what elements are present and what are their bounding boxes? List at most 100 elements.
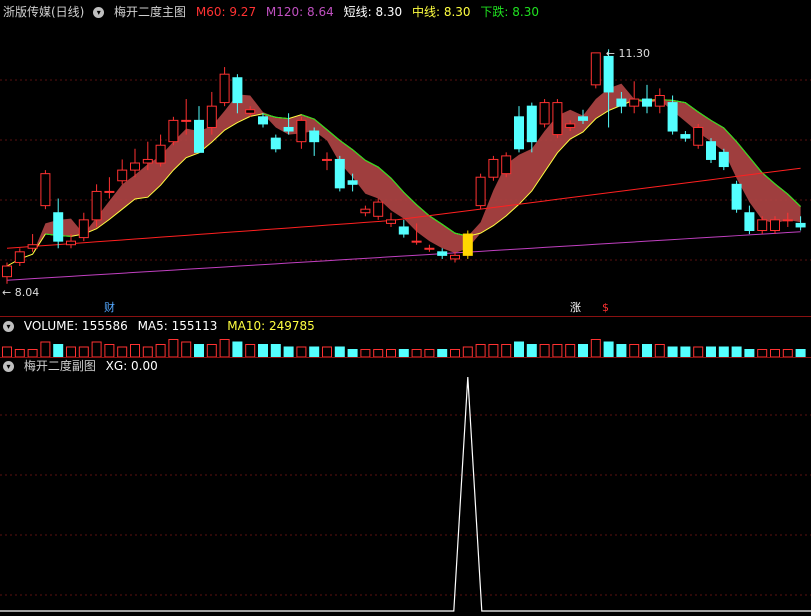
- candle-body: [565, 123, 576, 128]
- volume-bar: [258, 344, 268, 357]
- volume-bar: [309, 346, 320, 357]
- candle-body: [450, 254, 460, 260]
- candle-body: [667, 102, 678, 132]
- xg-signal-chart[interactable]: [0, 375, 811, 616]
- indicator-toggle-icon[interactable]: ▾: [93, 7, 105, 18]
- volume-bar: [2, 346, 12, 357]
- volume-bar: [757, 349, 768, 357]
- candle-body: [130, 162, 140, 171]
- volume-bar: [462, 346, 473, 357]
- volume-bar: [53, 344, 64, 357]
- candle-body: [539, 102, 550, 125]
- candle-body: [501, 155, 512, 175]
- candle-body: [386, 219, 396, 224]
- candle-body: [475, 176, 486, 207]
- candle-body: [27, 244, 38, 249]
- candle-body: [629, 98, 640, 107]
- low-price-label: ← 8.04: [2, 286, 39, 299]
- volume-bar: [142, 346, 153, 357]
- candle-body: [757, 219, 768, 231]
- candle-body: [552, 102, 563, 136]
- candle-body: [706, 141, 716, 160]
- event-marker-zhang: 涨: [570, 301, 581, 314]
- candle-body: [283, 126, 294, 132]
- volume-toggle-icon[interactable]: ▾: [3, 321, 14, 332]
- candle-body: [334, 158, 345, 189]
- volume-bar: [334, 346, 345, 357]
- volume-bar: [117, 346, 128, 357]
- volume-bar: [424, 349, 435, 357]
- candlestick-chart[interactable]: ← 11.30 ← 8.04 财 涨 $: [0, 20, 811, 316]
- volume-bar: [782, 349, 793, 357]
- candle-body: [693, 126, 704, 146]
- volume-bar: [539, 344, 550, 357]
- volume-bar: [501, 344, 512, 357]
- candle-body: [245, 109, 256, 114]
- volume-bar: [104, 344, 115, 357]
- candle-body: [462, 233, 473, 256]
- volume-bar: [552, 344, 563, 357]
- volume-bar: [514, 341, 524, 357]
- volume-bar: [206, 344, 217, 357]
- volume-bar: [744, 349, 755, 357]
- candle-body: [219, 73, 230, 104]
- candle-body: [78, 219, 89, 239]
- candle-body: [744, 212, 755, 232]
- volume-bar: [731, 346, 742, 357]
- volume-bar: [629, 344, 640, 357]
- volume-bar: [526, 344, 537, 357]
- volume-bar: [155, 344, 166, 357]
- down-readout: 下跌: 8.30: [480, 5, 539, 19]
- candle-body: [642, 98, 652, 107]
- candle-body: [53, 212, 64, 242]
- candle-body: [782, 219, 793, 222]
- candle-body: [142, 158, 153, 164]
- volume-title: VOLUME: 155586: [23, 319, 128, 333]
- volume-bar: [706, 346, 716, 357]
- candle-body: [654, 95, 665, 107]
- volume-bar: [398, 349, 409, 357]
- candle-body: [322, 158, 332, 161]
- candle-body: [603, 55, 614, 93]
- candle-body: [2, 265, 12, 278]
- candle-body: [40, 173, 51, 207]
- m120-line: [6, 231, 801, 281]
- volume-bar: [475, 344, 486, 357]
- sub-indicator-name: 梅开二度副图: [23, 359, 96, 373]
- xg-signal-line: [0, 376, 811, 612]
- volume-bar: [693, 346, 704, 357]
- volume-bar: [616, 344, 627, 357]
- candle-body: [91, 190, 102, 221]
- volume-bar: [488, 344, 499, 357]
- volume-chart[interactable]: [0, 335, 811, 357]
- candle-body: [770, 219, 780, 231]
- volume-bar: [270, 344, 281, 357]
- volume-bar: [245, 344, 256, 357]
- volume-bar: [642, 344, 652, 357]
- volume-bar: [232, 341, 243, 357]
- volume-bar: [130, 344, 140, 357]
- candle-body: [181, 119, 192, 122]
- volume-bar: [450, 349, 460, 357]
- candle-body: [117, 169, 128, 182]
- volume-bar: [91, 341, 102, 357]
- candle-body: [66, 240, 76, 246]
- candle-body: [373, 201, 384, 217]
- volume-bar: [322, 346, 332, 357]
- candle-body: [104, 190, 115, 193]
- event-marker-s: $: [602, 301, 609, 314]
- volume-bar: [181, 341, 192, 357]
- m60-readout: M60: 9.27: [195, 5, 257, 19]
- volume-bar: [565, 344, 576, 357]
- main-indicator-name: 梅开二度主图: [114, 5, 187, 19]
- volume-bar: [27, 349, 38, 357]
- candle-body: [526, 105, 537, 143]
- sub-toggle-icon[interactable]: ▾: [3, 361, 14, 372]
- candle-body: [514, 116, 524, 150]
- volume-bar: [168, 339, 179, 357]
- candle-body: [616, 98, 627, 107]
- volume-bar: [667, 346, 678, 357]
- candle-body: [795, 222, 806, 228]
- candle-body: [488, 158, 499, 178]
- volume-bar: [296, 346, 307, 357]
